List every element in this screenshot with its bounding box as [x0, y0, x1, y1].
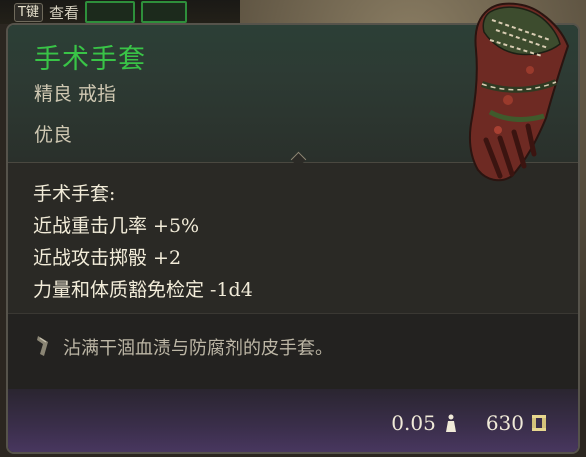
- hotkey-badge: T键: [14, 2, 43, 22]
- quill-icon: [37, 336, 48, 356]
- item-rarity: 优良: [34, 124, 73, 146]
- item-name: 手术手套: [34, 44, 146, 75]
- weight-icon: [445, 414, 456, 432]
- game-screen: T键 查看 手术手套 精良 戒指 优良 手术手套: 近战重击几率 +5% 近战攻…: [0, 0, 586, 457]
- tooltip-footer: 0.05 630: [8, 389, 578, 452]
- gold-icon: [532, 415, 546, 431]
- item-description: 沾满干涸血渍与防腐剂的皮手套。: [63, 338, 333, 359]
- surgical-gloves-icon: [469, 2, 570, 182]
- item-subtitle: 精良 戒指: [34, 83, 117, 105]
- hotbar-label[interactable]: 查看: [49, 2, 79, 23]
- stats-heading: 手术手套:: [33, 183, 116, 205]
- footer-stats: 0.05 630: [391, 411, 548, 435]
- hotbar-slot[interactable]: [84, 1, 135, 23]
- stat-line: 近战重击几率 +5%: [33, 215, 200, 237]
- item-value: 630: [485, 411, 524, 435]
- hotbar-slot[interactable]: [140, 1, 187, 23]
- stat-line: 近战攻击掷骰 +2: [33, 247, 182, 269]
- hotbar: T键 查看: [0, 0, 240, 24]
- stat-line: 力量和体质豁免检定 -1d4: [33, 279, 253, 301]
- item-weight: 0.05: [391, 411, 436, 435]
- stats-list: 手术手套: 近战重击几率 +5% 近战攻击掷骰 +2 力量和体质豁免检定 -1d…: [33, 178, 253, 306]
- tooltip-description: 沾满干涸血渍与防腐剂的皮手套。: [8, 313, 578, 391]
